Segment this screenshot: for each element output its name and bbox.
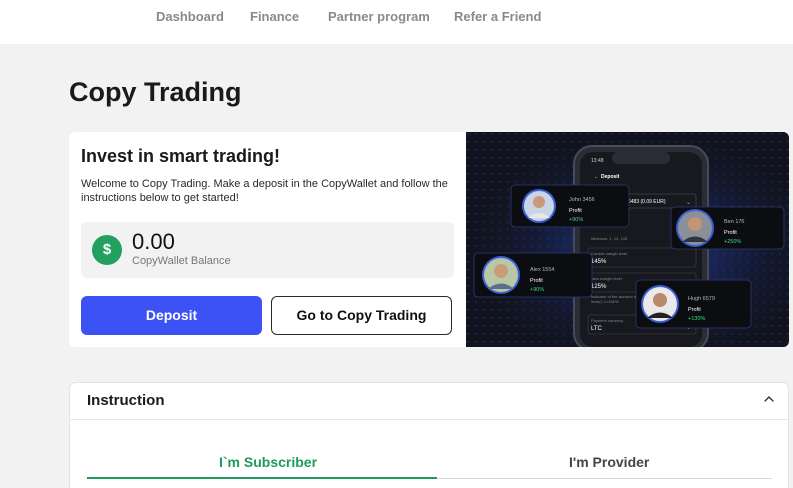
balance-value: 0.00 xyxy=(132,229,175,254)
phone-new-margin: 125% xyxy=(591,284,607,290)
trader-name: John 3456 xyxy=(569,197,595,203)
trader-profit-label: Profit xyxy=(569,208,582,214)
nav-dashboard[interactable]: Dashboard xyxy=(156,9,224,24)
phone-current-margin-label: Current margin level xyxy=(591,251,627,256)
go-to-copy-trading-button[interactable]: Go to Copy Trading xyxy=(271,296,452,335)
trader-profit: +130% xyxy=(688,316,705,322)
nav-finance[interactable]: Finance xyxy=(250,9,299,24)
phone-payment: LTC xyxy=(591,326,603,332)
trader-card-john: John 3456 Profit +90% xyxy=(510,184,630,228)
phone-payment-label: Payment currency xyxy=(591,318,623,323)
hero-description: Welcome to Copy Trading. Make a deposit … xyxy=(81,178,448,204)
trader-profit: +90% xyxy=(569,217,583,223)
trader-profit-label: Profit xyxy=(688,307,701,313)
svg-text:level(1:1=100%: level(1:1=100% xyxy=(591,299,619,304)
balance-label: CopyWallet Balance xyxy=(132,255,231,267)
instruction-card: Instruction I`m Subscriber I'm Provider xyxy=(69,382,789,488)
hero-illustration: 13:48 ← Deposit 6483 (0.09 EUR) ⌄ Minimu… xyxy=(466,132,789,347)
copywallet-balance-box: $ 0.00 CopyWallet Balance xyxy=(81,222,454,278)
tab-subscriber[interactable]: I`m Subscriber xyxy=(219,454,317,470)
trader-profit-label: Profit xyxy=(530,278,543,284)
trader-name: Hugh 6579 xyxy=(688,296,715,302)
nav-refer-a-friend[interactable]: Refer a Friend xyxy=(454,9,541,24)
trader-profit: +250% xyxy=(724,239,741,245)
svg-text:⌄: ⌄ xyxy=(686,200,691,206)
deposit-button[interactable]: Deposit xyxy=(81,296,262,335)
hero-content: Invest in smart trading! Welcome to Copy… xyxy=(69,132,466,347)
tab-active-indicator xyxy=(87,477,437,479)
instruction-title: Instruction xyxy=(87,392,165,409)
phone-time: 13:48 xyxy=(591,158,604,164)
phone-screen-title: Deposit xyxy=(601,174,620,180)
phone-current-margin: 145% xyxy=(591,259,607,265)
instruction-divider xyxy=(70,419,788,420)
phone-traders-illustration: 13:48 ← Deposit 6483 (0.09 EUR) ⌄ Minimu… xyxy=(466,132,789,347)
copy-trading-hero-card: Invest in smart trading! Welcome to Copy… xyxy=(69,132,789,347)
trader-profit-label: Profit xyxy=(724,230,737,236)
phone-amount: 6483 (0.09 EUR) xyxy=(628,199,666,205)
top-nav: Dashboard Finance Partner program Refer … xyxy=(0,0,793,44)
trader-card-hugh: Hugh 6579 Profit +130% xyxy=(635,279,752,329)
chevron-up-icon[interactable] xyxy=(762,392,776,406)
page-title: Copy Trading xyxy=(69,77,242,107)
phone-back-icon: ← xyxy=(594,174,599,180)
tab-provider[interactable]: I'm Provider xyxy=(569,454,649,470)
trader-card-alex: Alex 1554 Profit +90% xyxy=(473,252,593,298)
phone-new-margin-label: New margin level xyxy=(591,276,622,281)
trader-card-ben: Ben 176 Profit +250% xyxy=(670,206,785,250)
nav-partner-program[interactable]: Partner program xyxy=(328,9,430,24)
trader-name: Alex 1554 xyxy=(530,267,554,273)
dollar-icon: $ xyxy=(92,235,122,265)
trader-name: Ben 176 xyxy=(724,219,745,225)
svg-text:Minimum: 1, 10, 100: Minimum: 1, 10, 100 xyxy=(591,236,628,241)
trader-profit: +90% xyxy=(530,287,544,293)
hero-title: Invest in smart trading! xyxy=(81,146,281,166)
